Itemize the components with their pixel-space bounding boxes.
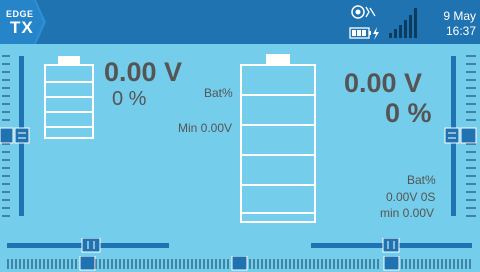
center-battery-icon (240, 54, 316, 223)
radio-battery-icon (349, 27, 371, 39)
left-voltage-value: 0.00 V (104, 57, 183, 87)
top-bar: EDGE TX 9 May 16:37 (0, 0, 480, 44)
left-percent-value: 0 % (112, 88, 147, 110)
signal-bars-icon (389, 8, 417, 38)
right-vertical-trim[interactable] (444, 54, 480, 220)
right-percent-value: 0 % (385, 98, 432, 128)
time-text: 16:37 (445, 24, 476, 38)
logo-text-tx: TX (10, 18, 34, 37)
right-horizontal-trim[interactable] (310, 238, 474, 256)
left-horizontal-trim[interactable] (6, 238, 172, 256)
pot-1-marker (79, 256, 96, 271)
date-text: 9 May (443, 9, 476, 23)
pot-3-marker (383, 256, 400, 271)
right-bat-label: Bat% (407, 173, 436, 187)
right-min-label: min 0.00V (380, 206, 435, 220)
left-battery-icon (44, 56, 94, 139)
edgetx-logo[interactable]: EDGE TX (0, 0, 46, 44)
charging-bolt-icon (373, 27, 379, 40)
audio-icon (351, 5, 376, 19)
center-bat-label: Bat% (204, 86, 233, 100)
left-vertical-trim[interactable] (0, 54, 34, 220)
status-icons (349, 5, 379, 40)
right-sensor-label: 0.00V 0S (386, 190, 436, 204)
bottom-pot-trims[interactable] (0, 256, 480, 272)
pot-2-marker (231, 256, 248, 271)
center-min-label: Min 0.00V (178, 121, 233, 135)
right-voltage-value: 0.00 V (344, 68, 423, 98)
